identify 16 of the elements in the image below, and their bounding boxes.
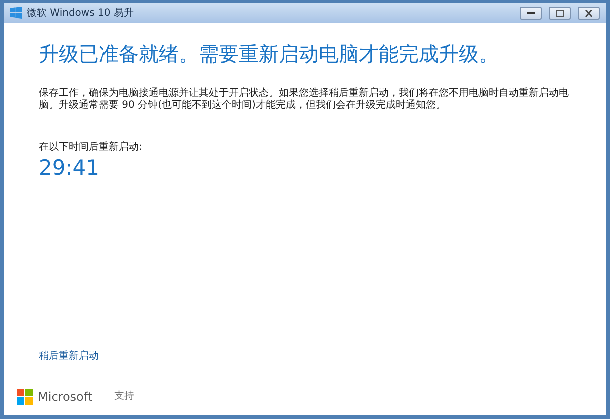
- restart-later-link[interactable]: 稍后重新启动: [39, 349, 99, 363]
- maximize-button[interactable]: [549, 6, 571, 20]
- close-button[interactable]: [578, 6, 600, 20]
- close-icon: [585, 10, 593, 16]
- description-text: 保存工作，确保为电脑接通电源并让其处于开启状态。如果您选择稍后重新启动，我们将在您不用电脑时自动重新启动电脑。升级通常需要 90 分钟(也可能不到这个时间)才能完成，但我们会在升级完成时通知您。: [39, 88, 570, 112]
- support-link[interactable]: 支持: [114, 389, 135, 403]
- windows-logo-icon: [10, 7, 22, 19]
- heading: 升级已准备就绪。需要重新启动电脑才能完成升级。: [39, 41, 500, 68]
- brand-name: Microsoft: [38, 390, 93, 404]
- minimize-button[interactable]: [520, 6, 542, 20]
- maximize-icon: [556, 10, 564, 16]
- countdown-timer: 29:41: [39, 156, 100, 180]
- window-title: 微软 Windows 10 易升: [27, 6, 135, 20]
- microsoft-logo-icon: [17, 389, 33, 405]
- minimize-icon: [527, 11, 535, 15]
- countdown-label: 在以下时间后重新启动:: [39, 140, 144, 154]
